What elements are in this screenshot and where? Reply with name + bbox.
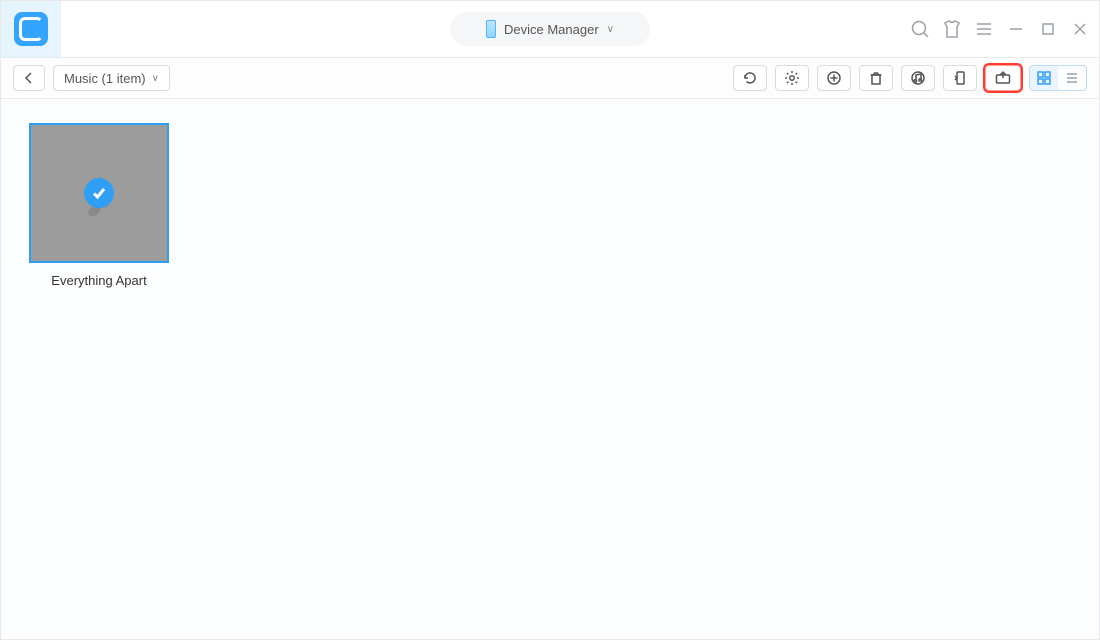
to-itunes-button[interactable] — [901, 65, 935, 91]
refresh-button[interactable] — [733, 65, 767, 91]
grid-view-button[interactable] — [1030, 66, 1058, 90]
breadcrumb-dropdown[interactable]: Music (1 item) ∨ — [53, 65, 170, 91]
back-button[interactable] — [13, 65, 45, 91]
chevron-down-icon: ∨ — [152, 73, 159, 84]
music-thumbnail: ♪ — [29, 123, 169, 263]
device-label: Device Manager — [504, 22, 599, 37]
tshirt-icon[interactable] — [941, 18, 963, 40]
selected-check-icon — [84, 178, 114, 208]
search-icon[interactable] — [909, 18, 931, 40]
close-button[interactable] — [1069, 18, 1091, 40]
window-controls — [909, 1, 1091, 57]
settings-button[interactable] — [775, 65, 809, 91]
breadcrumb-label: Music (1 item) — [64, 71, 146, 86]
music-item-title: Everything Apart — [29, 273, 169, 288]
menu-icon[interactable] — [973, 18, 995, 40]
view-toggle — [1029, 65, 1087, 91]
delete-button[interactable] — [859, 65, 893, 91]
app-logo-icon — [14, 12, 48, 46]
content-grid: ♪ Everything Apart — [1, 99, 1099, 312]
toolbar: Music (1 item) ∨ — [1, 57, 1099, 99]
titlebar: Device Manager ∨ — [1, 1, 1099, 57]
to-computer-button[interactable] — [985, 65, 1021, 91]
device-selector[interactable]: Device Manager ∨ — [450, 12, 650, 46]
music-item[interactable]: ♪ Everything Apart — [29, 123, 169, 288]
list-view-button[interactable] — [1058, 66, 1086, 90]
maximize-button[interactable] — [1037, 18, 1059, 40]
device-selector-wrap: Device Manager ∨ — [450, 12, 650, 46]
minimize-button[interactable] — [1005, 18, 1027, 40]
chevron-down-icon: ∨ — [607, 24, 614, 35]
add-button[interactable] — [817, 65, 851, 91]
phone-icon — [486, 20, 496, 38]
to-device-button[interactable] — [943, 65, 977, 91]
logo-area — [1, 1, 61, 57]
